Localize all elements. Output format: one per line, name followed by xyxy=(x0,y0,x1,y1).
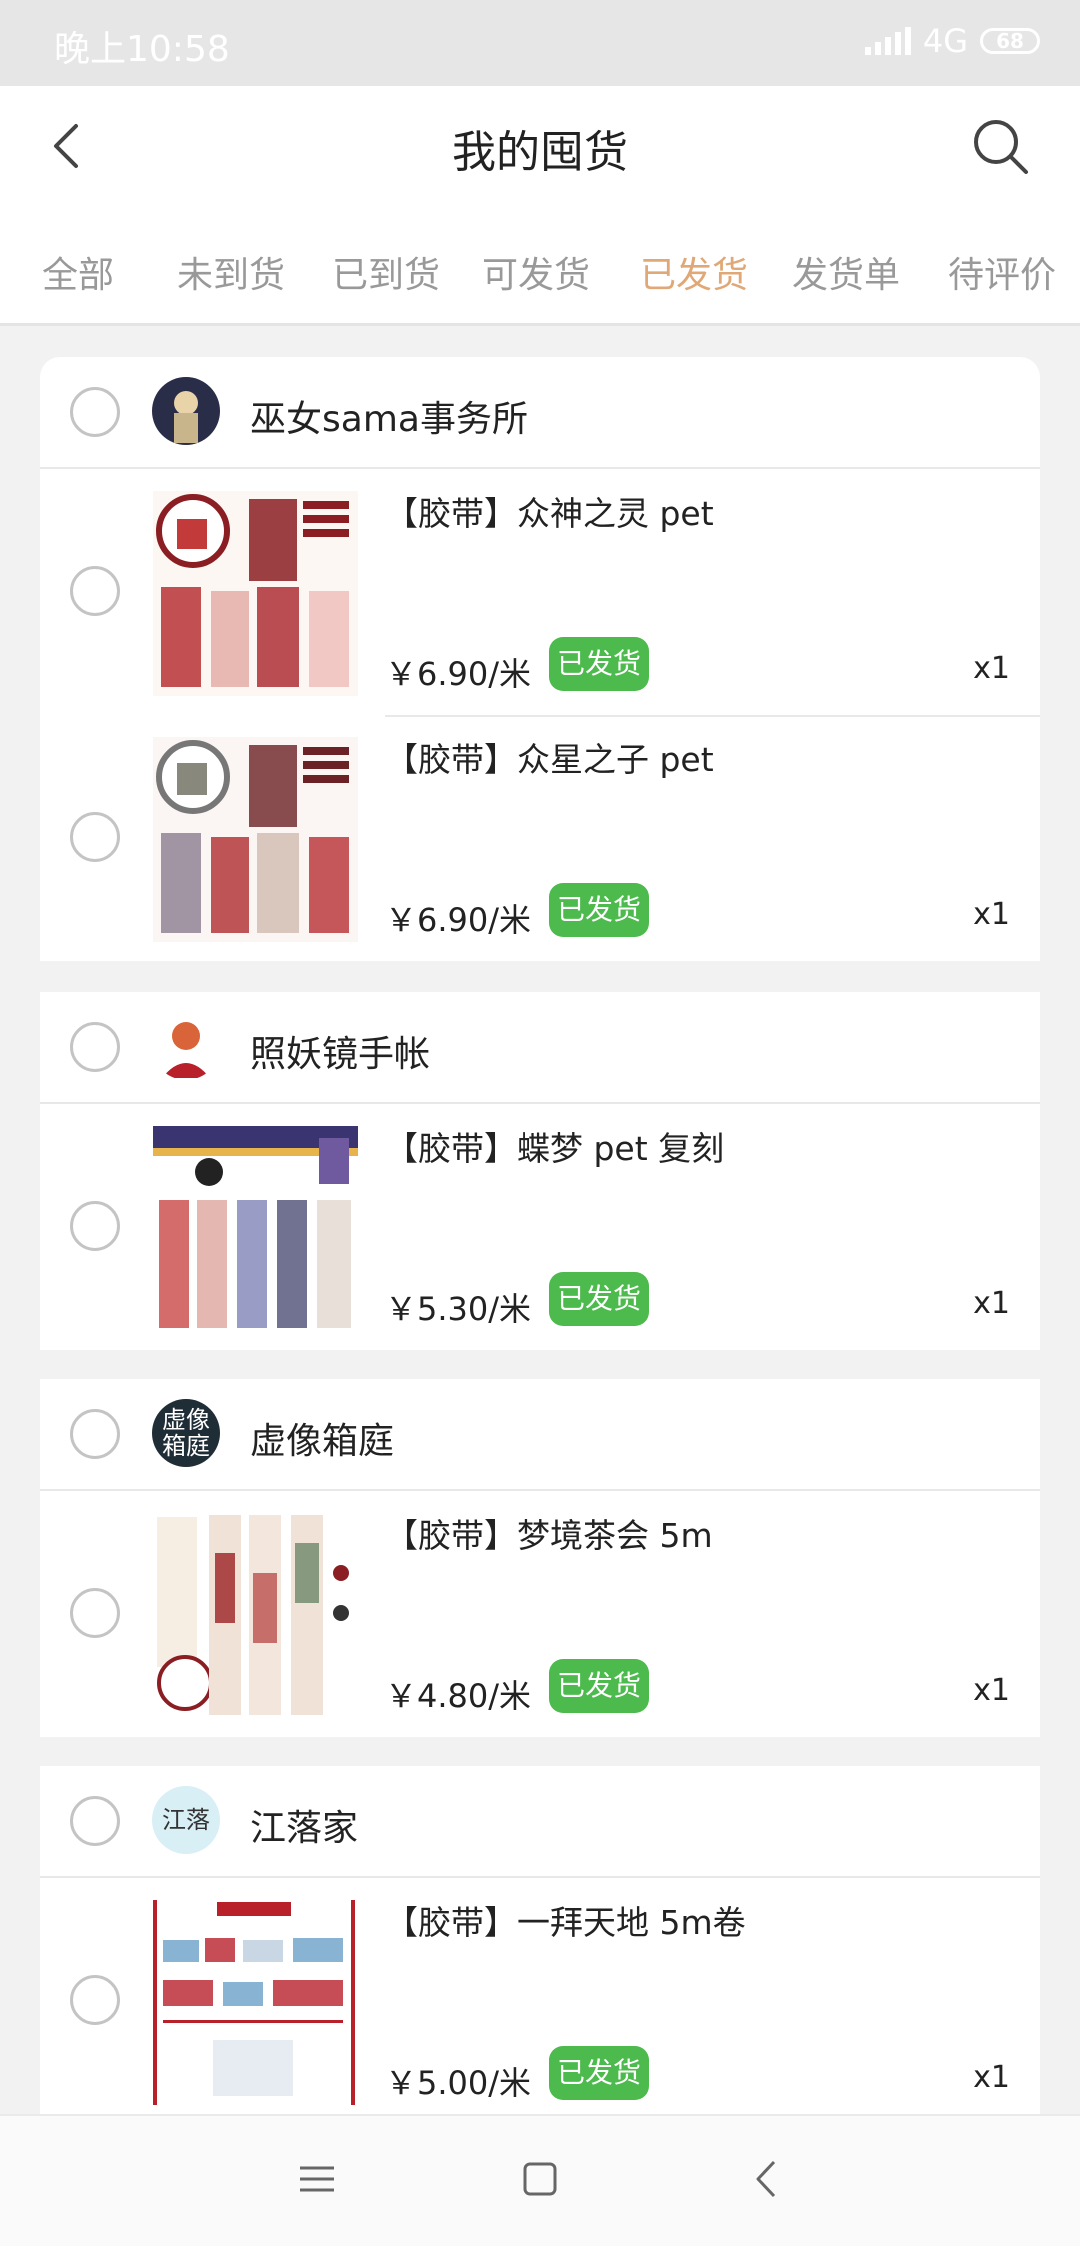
shop-name[interactable]: 江落家 xyxy=(250,1799,358,1851)
network-label: 4G xyxy=(922,22,968,60)
item-select-radio[interactable] xyxy=(70,1588,120,1638)
order-item[interactable]: 【胶带】一拜天地 5m卷 ￥5.00/米 已发货 x1 xyxy=(40,1878,1040,2124)
item-price: ￥4.80/米 xyxy=(385,1677,532,1715)
shop-card: 虚像箱庭 虚像箱庭 【胶带】梦境茶会 5m ￥4.80/米 已发货 x1 xyxy=(40,1379,1040,1737)
shop-select-radio[interactable] xyxy=(70,1022,120,1072)
shop-select-radio[interactable] xyxy=(70,1796,120,1846)
shop-avatar: 虚像箱庭 xyxy=(152,1399,220,1467)
item-quantity: x1 xyxy=(973,2060,1010,2095)
product-image[interactable] xyxy=(153,1513,358,1718)
product-image[interactable] xyxy=(153,1126,358,1331)
order-item[interactable]: 【胶带】蝶梦 pet 复刻 ￥5.30/米 已发货 x1 xyxy=(40,1104,1040,1350)
shop-header: 照妖镜手帐 xyxy=(40,992,1040,1104)
shop-name[interactable]: 虚像箱庭 xyxy=(250,1412,394,1464)
back-triangle-icon xyxy=(756,2160,776,2198)
tab-shippable[interactable]: 可发货 xyxy=(482,246,590,298)
status-badge: 已发货 xyxy=(549,2046,649,2100)
home-square-icon xyxy=(523,2162,557,2196)
status-bar: 晚上10:58 4G 68 xyxy=(0,0,1080,86)
signal-icon xyxy=(864,27,911,55)
search-button[interactable] xyxy=(970,116,1030,176)
menu-button[interactable] xyxy=(292,2154,342,2204)
item-quantity: x1 xyxy=(973,1673,1010,1708)
shop-name[interactable]: 巫女sama事务所 xyxy=(250,390,528,442)
item-select-radio[interactable] xyxy=(70,812,120,862)
shop-header: 巫女sama事务所 xyxy=(40,357,1040,469)
tab-to-review[interactable]: 待评价 xyxy=(948,246,1056,298)
tab-arrived[interactable]: 已到货 xyxy=(332,246,440,298)
item-select-radio[interactable] xyxy=(70,1201,120,1251)
item-price: ￥6.90/米 xyxy=(385,901,532,939)
tab-all[interactable]: 全部 xyxy=(42,246,114,298)
tab-shipped[interactable]: 已发货 xyxy=(640,246,748,298)
status-badge: 已发货 xyxy=(549,1659,649,1713)
search-icon xyxy=(974,120,1028,174)
item-price: ￥5.30/米 xyxy=(385,1290,532,1328)
product-image[interactable] xyxy=(153,491,358,696)
status-time: 晚上10:58 xyxy=(54,29,230,70)
battery-icon: 68 xyxy=(980,28,1040,54)
shop-header: 虚像箱庭 虚像箱庭 xyxy=(40,1379,1040,1491)
shop-select-radio[interactable] xyxy=(70,1409,120,1459)
home-button[interactable] xyxy=(515,2154,565,2204)
product-image[interactable] xyxy=(153,1900,358,2105)
shop-card: 江落 江落家 【胶带】一拜天地 5m卷 ￥5.00/米 已发货 x1 xyxy=(40,1766,1040,2124)
battery-level: 68 xyxy=(996,29,1024,53)
menu-icon xyxy=(300,2166,334,2192)
tab-shipping-orders[interactable]: 发货单 xyxy=(792,246,900,298)
system-back-button[interactable] xyxy=(742,2154,792,2204)
status-indicators: 4G 68 xyxy=(864,22,1040,60)
tab-not-arrived[interactable]: 未到货 xyxy=(177,246,285,298)
item-divider xyxy=(385,715,1040,717)
system-nav-bar xyxy=(0,2114,1080,2246)
status-tabs: 全部 未到货 已到货 可发货 已发货 发货单 待评价 xyxy=(0,206,1080,326)
item-select-radio[interactable] xyxy=(70,566,120,616)
shop-avatar xyxy=(152,1012,220,1080)
item-title[interactable]: 【胶带】众星之子 pet xyxy=(385,733,714,781)
item-select-radio[interactable] xyxy=(70,1975,120,2025)
status-badge: 已发货 xyxy=(549,883,649,937)
shop-card: 巫女sama事务所 【胶带】众神之灵 pet ￥6.90/米 已发货 x1 【胶… xyxy=(40,357,1040,961)
order-item[interactable]: 【胶带】众星之子 pet ￥6.90/米 已发货 x1 xyxy=(40,715,1040,961)
item-title[interactable]: 【胶带】蝶梦 pet 复刻 xyxy=(385,1122,724,1170)
shop-name[interactable]: 照妖镜手帐 xyxy=(250,1025,430,1077)
shop-avatar: 江落 xyxy=(152,1786,220,1854)
item-title[interactable]: 【胶带】众神之灵 pet xyxy=(385,487,714,535)
shop-card: 照妖镜手帐 【胶带】蝶梦 pet 复刻 ￥5.30/米 已发货 x1 xyxy=(40,992,1040,1350)
item-title[interactable]: 【胶带】梦境茶会 5m xyxy=(385,1509,713,1557)
order-item[interactable]: 【胶带】众神之灵 pet ￥6.90/米 已发货 x1 xyxy=(40,469,1040,715)
product-image[interactable] xyxy=(153,737,358,942)
order-item[interactable]: 【胶带】梦境茶会 5m ￥4.80/米 已发货 x1 xyxy=(40,1491,1040,1737)
item-quantity: x1 xyxy=(973,897,1010,932)
item-title[interactable]: 【胶带】一拜天地 5m卷 xyxy=(385,1896,746,1944)
header: 我的囤货 xyxy=(0,86,1080,206)
item-price: ￥6.90/米 xyxy=(385,655,532,693)
page-title: 我的囤货 xyxy=(452,127,628,178)
shop-header: 江落 江落家 xyxy=(40,1766,1040,1878)
shop-avatar xyxy=(152,377,220,445)
item-quantity: x1 xyxy=(973,1286,1010,1321)
shop-select-radio[interactable] xyxy=(70,387,120,437)
item-price: ￥5.00/米 xyxy=(385,2064,532,2102)
status-badge: 已发货 xyxy=(549,1272,649,1326)
item-quantity: x1 xyxy=(973,651,1010,686)
status-badge: 已发货 xyxy=(549,637,649,691)
